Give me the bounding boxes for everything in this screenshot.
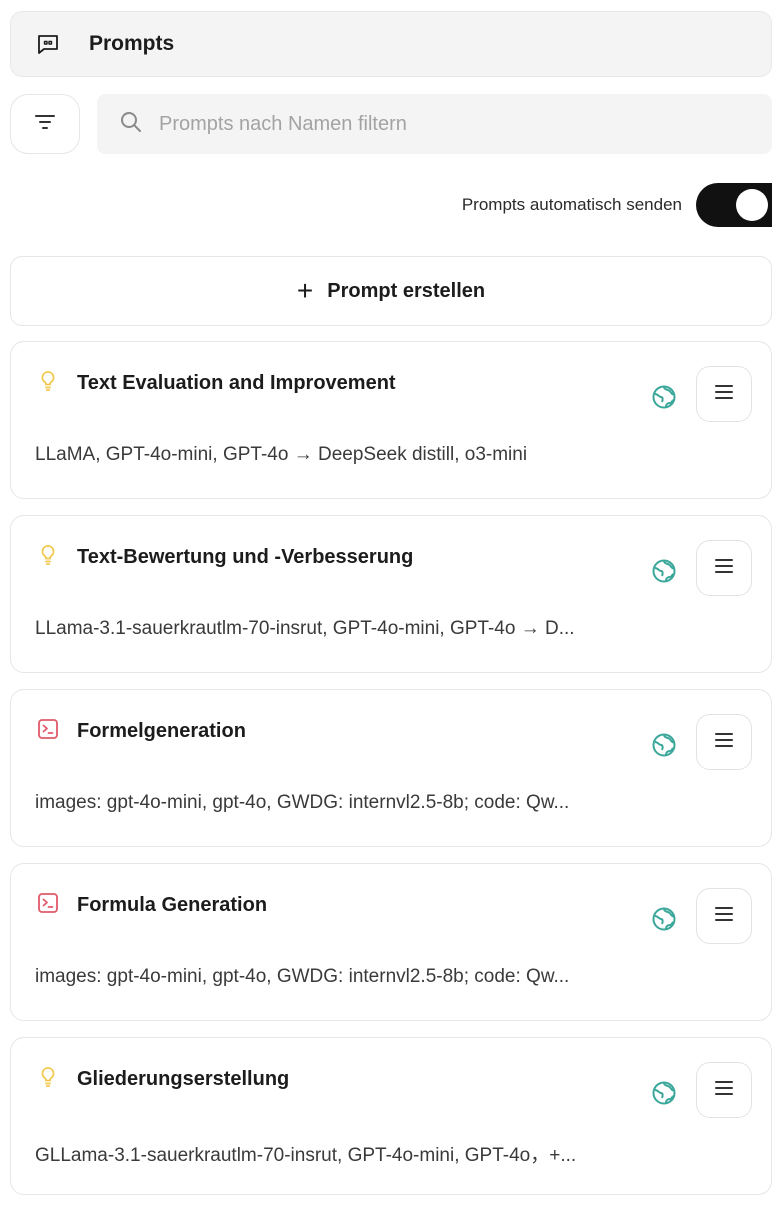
- globe-icon: [651, 1080, 677, 1106]
- lightbulb-icon: [37, 542, 59, 568]
- plus-icon: +: [296, 275, 314, 306]
- prompt-title: Gliederungserstellung: [77, 1068, 290, 1090]
- prompt-card[interactable]: Gliederungserstellung GLLama-3.1-sauerkr…: [10, 1037, 772, 1195]
- auto-send-toggle[interactable]: [696, 183, 772, 227]
- card-menu-button[interactable]: [696, 540, 752, 596]
- prompt-title: Text-Bewertung und -Verbesserung: [77, 546, 414, 568]
- globe-icon: [651, 732, 677, 758]
- auto-send-label: Prompts automatisch senden: [461, 195, 682, 214]
- prompt-card[interactable]: Text Evaluation and Improvement LLaMA, G…: [10, 341, 772, 499]
- hamburger-icon: [714, 558, 734, 579]
- hamburger-icon: [714, 906, 734, 927]
- search-input[interactable]: [159, 112, 719, 136]
- prompt-description: images: gpt-4o-mini, gpt-4o, GWDG: inter…: [35, 966, 570, 987]
- globe-icon: [651, 384, 677, 410]
- card-menu-button[interactable]: [696, 366, 752, 422]
- card-menu-button[interactable]: [696, 714, 752, 770]
- prompt-card[interactable]: Formelgeneration images: gpt-4o-mini, gp…: [10, 689, 772, 847]
- prompts-header[interactable]: Prompts: [10, 11, 772, 77]
- card-menu-button[interactable]: [696, 888, 752, 944]
- prompt-title: Text Evaluation and Improvement: [77, 372, 396, 394]
- lightbulb-icon: [37, 368, 59, 394]
- prompt-card[interactable]: Formula Generation images: gpt-4o-mini, …: [10, 863, 772, 1021]
- terminal-icon: [37, 716, 59, 742]
- card-menu-button[interactable]: [696, 1062, 752, 1118]
- filter-button[interactable]: [10, 94, 80, 154]
- prompt-description: images: gpt-4o-mini, gpt-4o, GWDG: inter…: [35, 792, 570, 813]
- create-prompt-button[interactable]: + Prompt erstellen: [10, 256, 772, 326]
- auto-send-row: Prompts automatisch senden: [462, 182, 772, 228]
- page-title: Prompts: [89, 32, 175, 55]
- toggle-knob: [736, 189, 768, 221]
- prompt-card[interactable]: Text-Bewertung und -Verbesserung LLama-3…: [10, 515, 772, 673]
- prompt-description: LLama-3.1-sauerkrautlm-70-insrut, GPT-4o…: [35, 618, 575, 639]
- prompt-description: LLaMA, GPT-4o-mini, GPT-4o → DeepSeek di…: [35, 444, 528, 465]
- search-box: [97, 94, 772, 154]
- hamburger-icon: [714, 732, 734, 753]
- lightbulb-icon: [37, 1064, 59, 1090]
- search-icon: [119, 110, 143, 139]
- prompt-title: Formula Generation: [77, 894, 268, 916]
- globe-icon: [651, 906, 677, 932]
- hamburger-icon: [714, 1080, 734, 1101]
- prompt-title: Formelgeneration: [77, 720, 246, 742]
- prompt-description: GLLama-3.1-sauerkrautlm-70-insrut, GPT-4…: [35, 1145, 577, 1166]
- globe-icon: [651, 558, 677, 584]
- create-prompt-label: Prompt erstellen: [327, 279, 486, 302]
- terminal-icon: [37, 890, 59, 916]
- hamburger-icon: [714, 384, 734, 405]
- chat-quote-icon: [35, 31, 61, 57]
- filter-icon: [34, 114, 56, 135]
